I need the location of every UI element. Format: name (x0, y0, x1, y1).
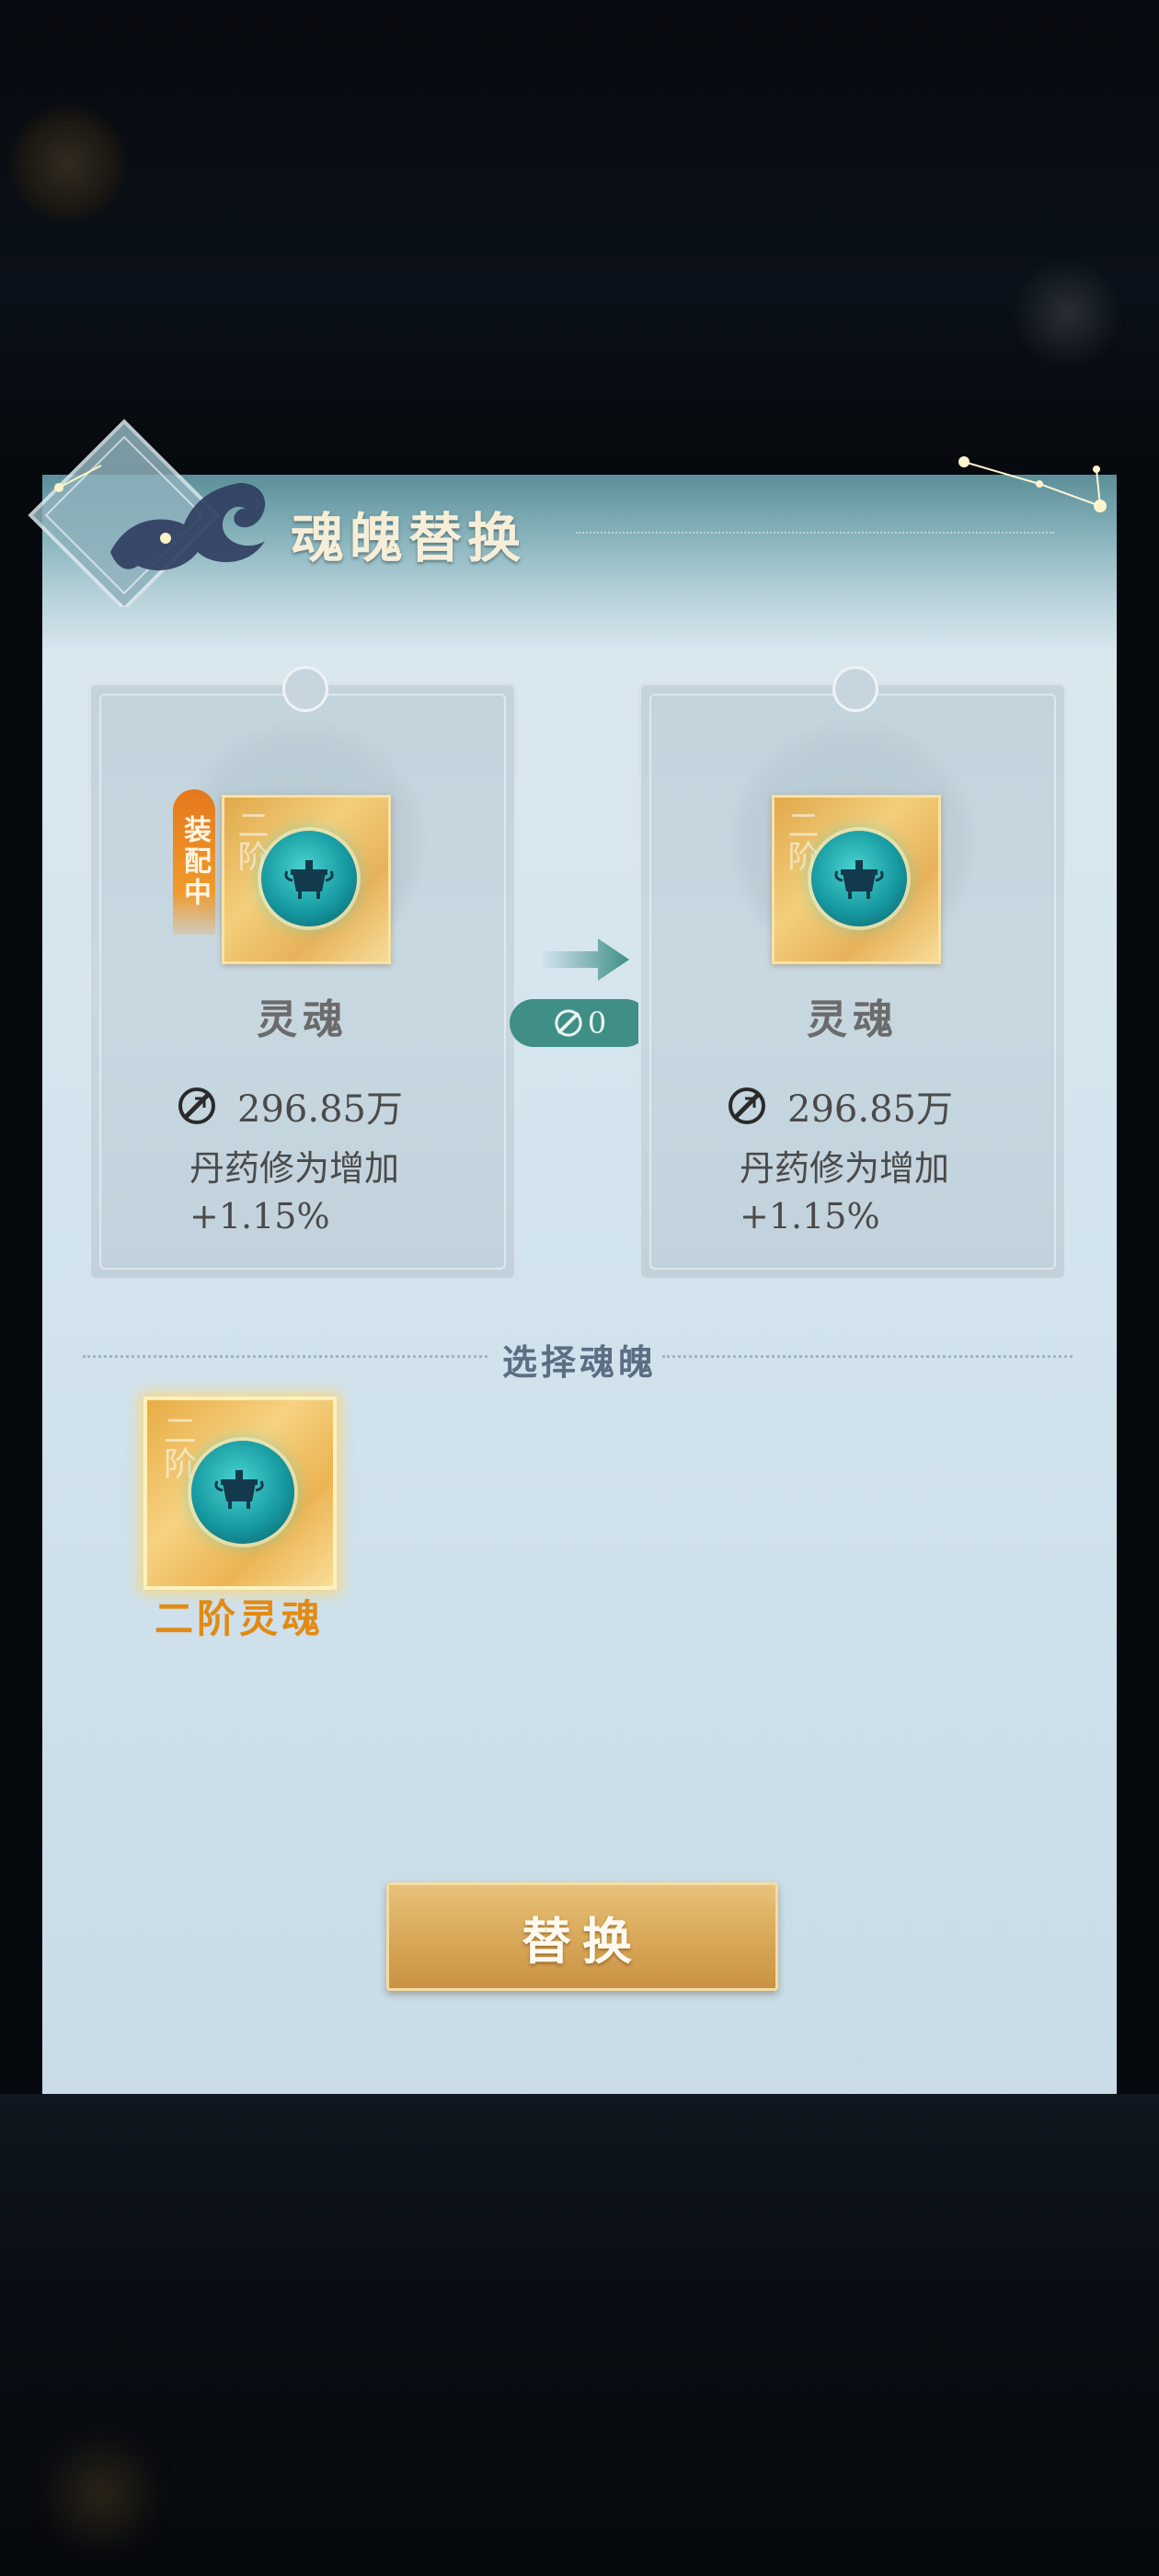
soul-name: 灵魂 (257, 996, 349, 1043)
effect-label: 丹药修为增加 (189, 1148, 400, 1189)
new-soul-item[interactable]: 二阶 (772, 795, 941, 964)
cauldron-icon (214, 1470, 264, 1509)
card-pin-icon (282, 666, 328, 712)
replace-button[interactable]: 替换 (386, 1882, 778, 1991)
equipped-badge: 装配中 (173, 789, 215, 935)
power-delta-value: 0 (587, 1006, 607, 1041)
soul-orb-icon (811, 831, 907, 926)
effect-text: 丹药修为增加 +1.15% (740, 1144, 1052, 1240)
soul-option-item[interactable]: 二阶 (143, 1397, 337, 1590)
power-stat-icon (729, 1087, 765, 1124)
effect-value: +1.15% (189, 1196, 330, 1236)
background-icon (1012, 258, 1122, 368)
background-icon-bottom (37, 2429, 166, 2558)
fox-emblem-icon (28, 419, 266, 607)
background-scene (0, 0, 1159, 478)
tier-glyph: 二阶 (158, 1413, 196, 1479)
power-row: 296.85万 (177, 1078, 403, 1133)
soul-name: 灵魂 (807, 996, 899, 1043)
cauldron-icon (284, 860, 334, 899)
power-row: 296.85万 (727, 1078, 953, 1133)
cauldron-icon (834, 860, 884, 899)
select-section-title: 选择魂魄 (501, 1341, 657, 1383)
arrow-right-icon (541, 938, 629, 981)
power-value: 296.85万 (787, 1088, 953, 1131)
soul-option-label[interactable]: 二阶灵魂 (110, 1588, 368, 1644)
power-stat-icon (178, 1087, 215, 1124)
background-avatar (13, 109, 123, 219)
current-soul-item[interactable]: 二阶 (222, 795, 391, 964)
card-pin-icon (832, 666, 878, 712)
background-scene-bottom (0, 2094, 1159, 2576)
section-divider-left (83, 1355, 488, 1358)
effect-label: 丹药修为增加 (740, 1148, 950, 1189)
new-soul-card: 二阶 灵魂 296.85万 丹药修为增加 +1.15% (638, 666, 1067, 1281)
soul-orb-icon (261, 831, 357, 926)
power-stat-icon (555, 1009, 582, 1037)
constellation-decoration-icon (958, 456, 1107, 512)
power-value: 296.85万 (237, 1088, 403, 1131)
effect-text: 丹药修为增加 +1.15% (189, 1144, 502, 1240)
effect-value: +1.15% (740, 1196, 880, 1236)
section-divider-right (662, 1355, 1073, 1358)
power-delta-badge: 0 (510, 999, 649, 1047)
dialog-title: 魂魄替换 (291, 507, 527, 569)
current-soul-card: 二阶 装配中 灵魂 296.85万 丹药修为增加 +1.15% (88, 666, 517, 1281)
soul-orb-icon (191, 1441, 294, 1544)
